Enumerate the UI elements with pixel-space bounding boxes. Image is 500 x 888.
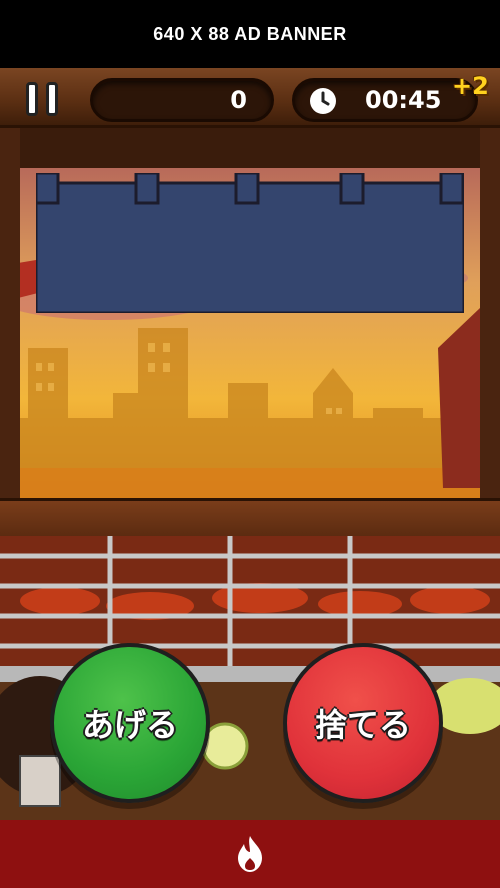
discard-button-label: 捨てる	[314, 706, 411, 744]
flame-icon[interactable]	[232, 834, 268, 874]
hud-bar: 0 00:45 +2	[0, 68, 500, 128]
grill-button-label: あげる	[81, 706, 178, 744]
shop-scene	[0, 128, 500, 528]
score-value: 0	[230, 86, 247, 114]
grill-button[interactable]: あげる	[50, 643, 210, 803]
pause-icon	[26, 82, 38, 116]
counter-top	[0, 498, 500, 538]
window-frame-right	[480, 128, 500, 528]
pause-button[interactable]	[24, 80, 64, 120]
discard-button[interactable]: 捨てる	[283, 643, 443, 803]
score-display: 0	[90, 78, 274, 122]
timer-value: 00:45	[365, 86, 442, 114]
bottom-bar	[0, 820, 500, 888]
ad-banner[interactable]: 640 X 88 AD BANNER	[0, 0, 500, 68]
clock-icon	[310, 88, 336, 114]
time-bonus: +2	[452, 72, 489, 100]
game-area: 0 00:45 +2 あげる 捨てる	[0, 68, 500, 820]
ad-banner-label: 640 X 88 AD BANNER	[153, 23, 347, 44]
noren-curtain	[36, 173, 464, 313]
window-frame-left	[0, 128, 20, 528]
timer-display: 00:45	[292, 78, 478, 122]
